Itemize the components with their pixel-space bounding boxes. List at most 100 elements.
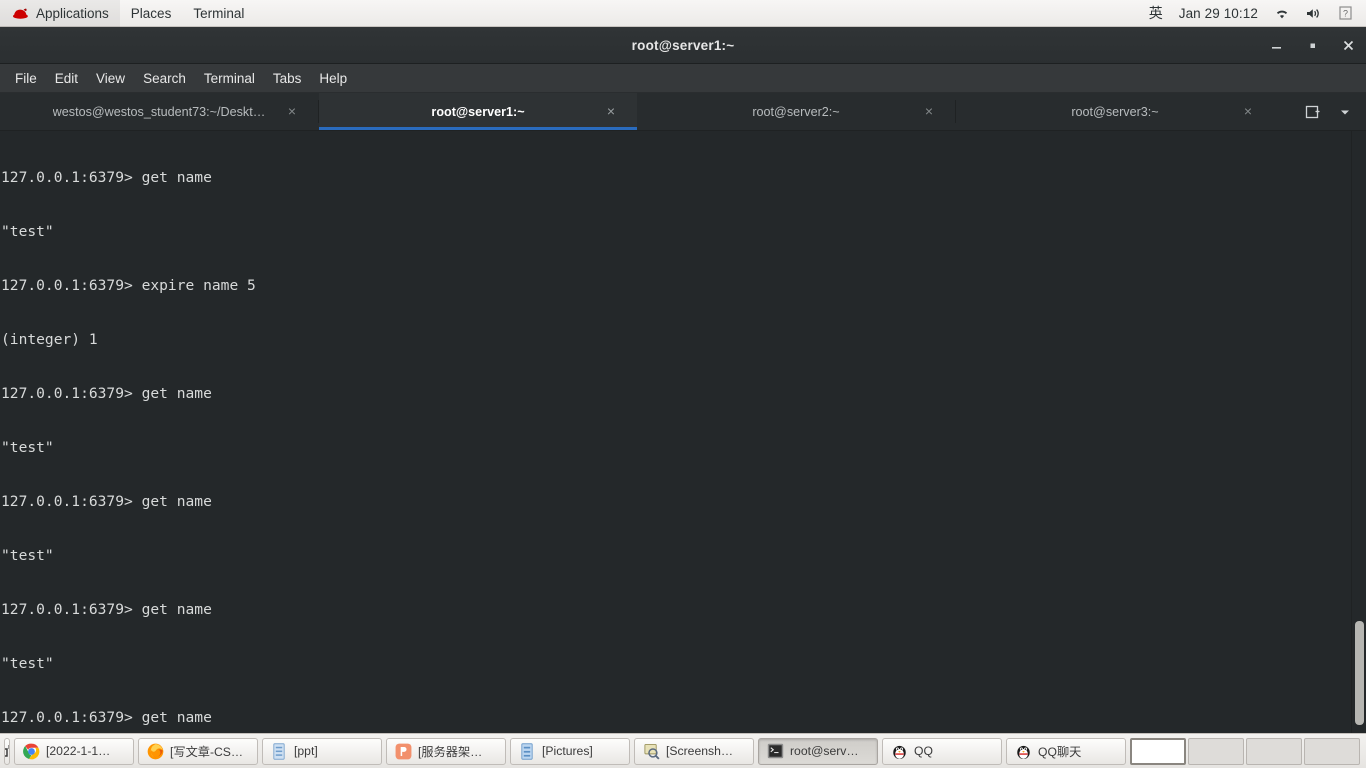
taskbar-item-screenshot[interactable]: [Screensh… (634, 737, 754, 765)
menu-view-label: View (96, 70, 126, 86)
help-icon[interactable]: ? (1331, 0, 1360, 27)
applications-menu-label: Applications (36, 5, 109, 21)
menu-help[interactable]: Help (310, 64, 356, 93)
taskbar-item-label: [服务器架… (418, 745, 483, 759)
qq-penguin-icon (890, 742, 908, 760)
taskbar-item-label: [Screensh… (666, 744, 734, 758)
taskbar-item-label: root@serv… (790, 744, 859, 758)
terminal-line: 127.0.0.1:6379> get name (1, 169, 212, 186)
applications-menu[interactable]: Applications (0, 0, 120, 27)
menu-edit[interactable]: Edit (46, 64, 87, 93)
taskbar-item-chrome[interactable]: [2022-1-1… (14, 737, 134, 765)
tab-label: root@server3:~ (1071, 104, 1159, 119)
terminal-appmenu[interactable]: Terminal (182, 0, 255, 27)
taskbar-item-label: QQ聊天 (1038, 745, 1082, 759)
tab-bar-actions (1298, 93, 1366, 130)
screenshot-icon (642, 742, 660, 760)
minimize-button[interactable] (1258, 27, 1294, 64)
workspace-1[interactable] (1130, 737, 1186, 765)
workspace-3[interactable] (1246, 737, 1302, 765)
taskbar-item-label: [2022-1-1… (46, 744, 111, 758)
terminal-line: 127.0.0.1:6379> get name (1, 493, 212, 510)
places-menu-label: Places (130, 5, 172, 21)
taskbar-item-firefox[interactable]: [写文章-CS… (138, 737, 258, 765)
chrome-icon (22, 742, 40, 760)
terminal-output[interactable]: 127.0.0.1:6379> get name "test" 127.0.0.… (0, 131, 1346, 733)
show-desktop-icon (5, 742, 9, 760)
terminal-line: "test" (1, 439, 54, 456)
tab-label: westos@westos_student73:~/Deskt… (52, 104, 266, 119)
tab-root-server3[interactable]: root@server3:~ × (956, 93, 1274, 130)
menu-file[interactable]: File (6, 64, 46, 93)
terminal-line: 127.0.0.1:6379> get name (1, 601, 212, 618)
workspace-switcher (1130, 737, 1362, 765)
taskbar-item-wps[interactable]: [服务器架… (386, 737, 506, 765)
terminal-window: root@server1:~ File Edit View Search Ter… (0, 27, 1366, 733)
menu-terminal-label: Terminal (203, 70, 255, 86)
close-button[interactable] (1330, 27, 1366, 64)
input-method-indicator[interactable]: 英 (1141, 0, 1171, 27)
taskbar-item-label: QQ (914, 744, 933, 758)
taskbar-item-qq[interactable]: QQ (882, 737, 1002, 765)
new-tab-button[interactable] (1298, 93, 1328, 131)
gnome-top-bar: Applications Places Terminal 英 Jan 29 10… (0, 0, 1366, 27)
taskbar-item-ppt[interactable]: [ppt] (262, 737, 382, 765)
terminal-line: "test" (1, 547, 54, 564)
terminal-appmenu-label: Terminal (193, 5, 245, 21)
show-desktop-button[interactable] (4, 737, 10, 765)
menu-view[interactable]: View (87, 64, 134, 93)
menu-terminal[interactable]: Terminal (195, 64, 264, 93)
tab-close-icon[interactable]: × (1240, 104, 1256, 120)
clock-label: Jan 29 10:12 (1178, 5, 1258, 21)
menu-tabs[interactable]: Tabs (264, 64, 311, 93)
menu-edit-label: Edit (54, 70, 79, 86)
tab-bar: westos@westos_student73:~/Deskt… × root@… (0, 93, 1366, 131)
scrollbar-thumb[interactable] (1355, 621, 1364, 725)
taskbar-item-label: [ppt] (294, 744, 318, 758)
taskbar-item-label: [写文章-CS… (170, 745, 244, 759)
svg-text:?: ? (1343, 9, 1348, 19)
workspace-4[interactable] (1304, 737, 1360, 765)
menu-file-label: File (15, 70, 37, 86)
tab-close-icon[interactable]: × (921, 104, 937, 120)
gnome-status-area: 英 Jan 29 10:12 ? (1141, 0, 1366, 27)
tab-root-server2[interactable]: root@server2:~ × (637, 93, 955, 130)
input-method-label: 英 (1148, 4, 1163, 21)
file-manager-icon (518, 742, 536, 760)
chevron-down-icon[interactable] (1330, 93, 1360, 131)
qq-penguin-icon (1014, 742, 1032, 760)
workspace-2[interactable] (1188, 737, 1244, 765)
taskbar-item-pictures[interactable]: [Pictures] (510, 737, 630, 765)
terminal-body[interactable]: 127.0.0.1:6379> get name "test" 127.0.0.… (0, 131, 1366, 733)
menu-help-label: Help (319, 70, 348, 86)
maximize-button[interactable] (1294, 27, 1330, 64)
tab-root-server1[interactable]: root@server1:~ × (319, 93, 637, 130)
wifi-icon[interactable] (1266, 0, 1298, 27)
tab-close-icon[interactable]: × (284, 104, 300, 120)
wps-presentation-icon (394, 742, 412, 760)
window-controls (1258, 27, 1366, 64)
tab-label: root@server2:~ (752, 104, 840, 119)
tab-westos[interactable]: westos@westos_student73:~/Deskt… × (0, 93, 318, 130)
tab-close-icon[interactable]: × (603, 104, 619, 120)
menu-search[interactable]: Search (134, 64, 195, 93)
terminal-line: 127.0.0.1:6379> expire name 5 (1, 277, 256, 294)
terminal-line: (integer) 1 (1, 331, 98, 348)
taskbar-item-qq-chat[interactable]: QQ聊天 (1006, 737, 1126, 765)
terminal-line: "test" (1, 655, 54, 672)
terminal-line: 127.0.0.1:6379> get name (1, 709, 212, 726)
clock-button[interactable]: Jan 29 10:12 (1171, 0, 1266, 27)
places-menu[interactable]: Places (120, 0, 183, 27)
menu-tabs-label: Tabs (272, 70, 302, 86)
page-title: root@server1:~ (631, 37, 735, 53)
firefox-icon (146, 742, 164, 760)
taskbar-item-terminal[interactable]: root@serv… (758, 737, 878, 765)
document-icon (270, 742, 288, 760)
terminal-scrollbar[interactable] (1351, 131, 1366, 733)
menu-bar: File Edit View Search Terminal Tabs Help (0, 64, 1366, 93)
redhat-logo-icon (11, 4, 29, 22)
volume-icon[interactable] (1298, 0, 1331, 27)
menu-search-label: Search (143, 70, 186, 86)
taskbar-item-label: [Pictures] (542, 744, 593, 758)
window-titlebar: root@server1:~ (0, 27, 1366, 64)
